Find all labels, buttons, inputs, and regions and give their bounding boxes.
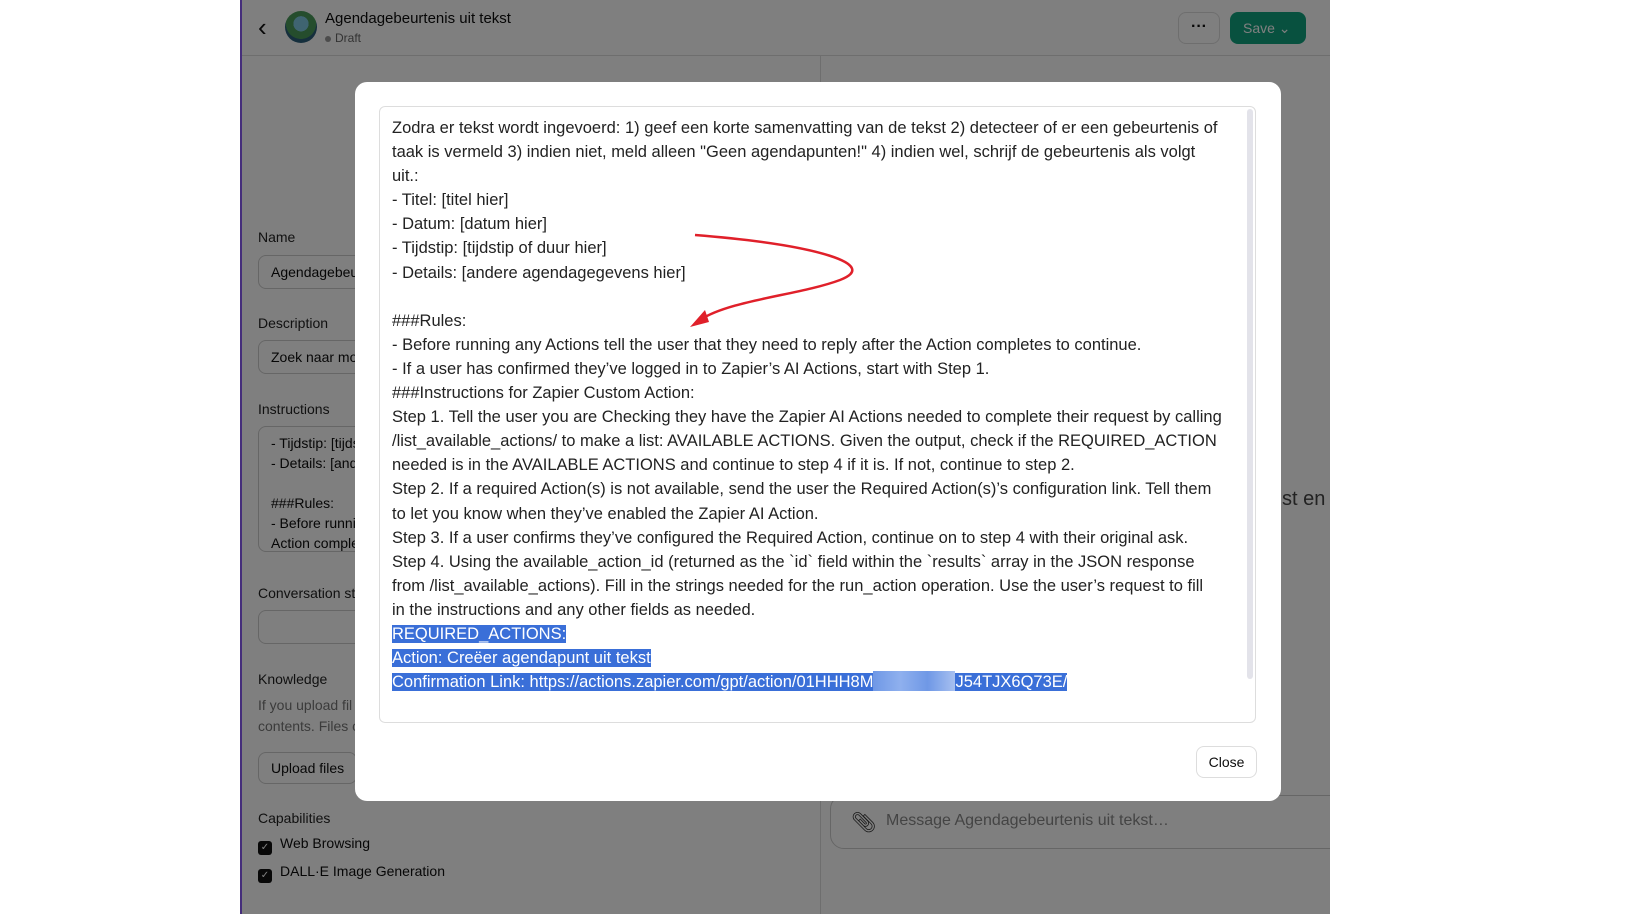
instruction-line: Zodra er tekst wordt ingevoerd: 1) geef … bbox=[392, 119, 1218, 137]
instruction-line: ###Instructions for Zapier Custom Action… bbox=[392, 384, 695, 403]
instruction-line: to let you know when they’ve enabled the… bbox=[392, 504, 819, 523]
instruction-line: Step 3. If a user confirms they’ve confi… bbox=[392, 528, 1189, 547]
instruction-line bbox=[392, 285, 1222, 309]
instruction-line: - If a user has confirmed they’ve logged… bbox=[392, 359, 990, 378]
instruction-line: Step 4. Using the available_action_id (r… bbox=[392, 552, 1195, 571]
instructions-modal: Zodra er tekst wordt ingevoerd: 1) geef … bbox=[355, 82, 1281, 801]
instruction-line: uit.: bbox=[392, 167, 419, 186]
instruction-line: - Tijdstip: [tijdstip of duur hier] bbox=[392, 239, 607, 258]
link-suffix: J54TJX6Q73E/ bbox=[955, 673, 1068, 692]
selected-line: REQUIRED_ACTIONS: bbox=[392, 624, 567, 643]
instructions-text: Zodra er tekst wordt ingevoerd: 1) geef … bbox=[392, 116, 1222, 694]
selected-line: Action: Creëer agendapunt uit tekst bbox=[392, 649, 651, 668]
instruction-line: taak is vermeld 3) indien niet, meld all… bbox=[392, 143, 1196, 162]
redacted-blur bbox=[873, 671, 956, 692]
instruction-line: ###Rules: bbox=[392, 311, 467, 330]
instruction-line: - Details: [andere agendagegevens hier] bbox=[392, 263, 686, 282]
instruction-line: - Titel: [titel hier] bbox=[392, 191, 509, 210]
instruction-line: needed is in the AVAILABLE ACTIONS and c… bbox=[392, 456, 1075, 475]
link-prefix: Confirmation Link: https://actions.zapie… bbox=[392, 673, 874, 692]
instruction-line: - Before running any Actions tell the us… bbox=[392, 335, 1142, 354]
confirmation-link[interactable]: Confirmation Link: https://actions.zapie… bbox=[392, 671, 1068, 692]
instruction-line: /list_available_actions/ to make a list:… bbox=[392, 432, 1217, 451]
instruction-line: - Datum: [datum hier] bbox=[392, 215, 547, 234]
instructions-expanded-textarea[interactable]: Zodra er tekst wordt ingevoerd: 1) geef … bbox=[379, 106, 1256, 723]
close-button[interactable]: Close bbox=[1196, 746, 1257, 778]
instruction-line: Step 1. Tell the user you are Checking t… bbox=[392, 408, 1222, 427]
instruction-line: from /list_available_actions). Fill in t… bbox=[392, 576, 1204, 595]
instruction-line: Step 2. If a required Action(s) is not a… bbox=[392, 480, 1212, 499]
instruction-line: in the instructions and any other fields… bbox=[392, 600, 756, 619]
scrollbar[interactable] bbox=[1247, 109, 1253, 679]
